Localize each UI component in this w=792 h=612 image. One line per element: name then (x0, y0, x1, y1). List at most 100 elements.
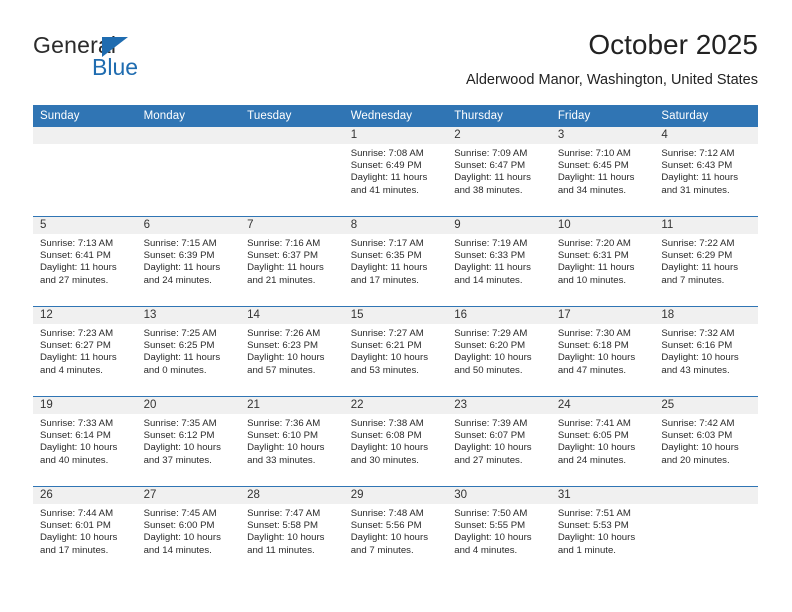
calendar-day-cell[interactable]: 15 Sunrise: 7:27 AM Sunset: 6:21 PM Dayligh… (343, 306, 448, 397)
calendar-day-cell[interactable]: 10 Sunrise: 7:20 AM Sunset: 6:31 PM Dayligh… (550, 216, 655, 307)
day-number: 18 (654, 307, 758, 324)
sunrise-text: Sunrise: 7:15 AM (143, 238, 217, 249)
sunrise-text: Sunrise: 7:10 AM (557, 148, 631, 159)
daylight-text: Daylight: 10 hours and 24 minutes. (557, 442, 636, 466)
calendar-day-cell[interactable]: 19 Sunrise: 7:33 AM Sunset: 6:14 PM Dayligh… (33, 396, 137, 487)
sunrise-text: Sunrise: 7:39 AM (454, 418, 528, 429)
daylight-text: Daylight: 11 hours and 38 minutes. (454, 172, 531, 196)
calendar-day-cell[interactable]: 20 Sunrise: 7:35 AM Sunset: 6:12 PM Dayligh… (136, 396, 241, 487)
calendar-day-cell[interactable]: 12 Sunrise: 7:23 AM Sunset: 6:27 PM Dayligh… (33, 306, 137, 397)
calendar-day-cell[interactable]: 13 Sunrise: 7:25 AM Sunset: 6:25 PM Dayligh… (136, 306, 241, 397)
sunrise-text: Sunrise: 7:36 AM (247, 418, 321, 429)
calendar-day-cell[interactable]: 8 Sunrise: 7:17 AM Sunset: 6:35 PM Daylight… (343, 216, 448, 307)
day-number: 31 (550, 487, 655, 504)
day-details: Sunrise: 7:25 AM Sunset: 6:25 PM Daylight:… (137, 324, 241, 377)
day-details: Sunrise: 7:48 AM Sunset: 5:56 PM Daylight:… (344, 504, 448, 557)
calendar-day-cell[interactable]: 1 Sunrise: 7:08 AM Sunset: 6:49 PM Daylight… (343, 127, 448, 217)
daylight-text: Daylight: 11 hours and 31 minutes. (661, 172, 738, 196)
calendar-day-cell-empty (240, 127, 344, 217)
calendar-week-row: 19 Sunrise: 7:33 AM Sunset: 6:14 PM Dayligh… (33, 396, 758, 487)
sunset-text: Sunset: 6:35 PM (350, 250, 422, 262)
day-number: 26 (33, 487, 137, 504)
calendar-day-cell[interactable]: 17 Sunrise: 7:30 AM Sunset: 6:18 PM Dayligh… (550, 306, 655, 397)
day-details: Sunrise: 7:39 AM Sunset: 6:07 PM Daylight:… (447, 414, 551, 467)
day-details: Sunrise: 7:42 AM Sunset: 6:03 PM Daylight:… (654, 414, 758, 467)
calendar-day-cell[interactable]: 4 Sunrise: 7:12 AM Sunset: 6:43 PM Daylight… (654, 127, 758, 217)
day-details: Sunrise: 7:09 AM Sunset: 6:47 PM Daylight:… (447, 144, 551, 197)
daylight-text: Daylight: 11 hours and 10 minutes. (557, 262, 635, 286)
calendar-day-cell[interactable]: 16 Sunrise: 7:29 AM Sunset: 6:20 PM Dayligh… (447, 306, 551, 397)
daylight-text: Daylight: 11 hours and 7 minutes. (661, 262, 738, 286)
daylight-text: Daylight: 11 hours and 14 minutes. (454, 262, 531, 286)
day-details: Sunrise: 7:26 AM Sunset: 6:23 PM Daylight:… (240, 324, 344, 377)
sunset-text: Sunset: 6:01 PM (40, 520, 111, 532)
day-number: 16 (447, 307, 551, 324)
calendar-day-cell[interactable]: 29 Sunrise: 7:48 AM Sunset: 5:56 PM Dayligh… (343, 486, 448, 576)
sunrise-text: Sunrise: 7:51 AM (557, 508, 631, 519)
daylight-text: Daylight: 10 hours and 20 minutes. (661, 442, 739, 466)
sunset-text: Sunset: 6:25 PM (143, 340, 215, 352)
day-details: Sunrise: 7:33 AM Sunset: 6:14 PM Daylight:… (33, 414, 137, 467)
calendar-day-cell[interactable]: 18 Sunrise: 7:32 AM Sunset: 6:16 PM Dayligh… (654, 306, 758, 397)
sunset-text: Sunset: 5:53 PM (557, 520, 629, 532)
day-details: Sunrise: 7:27 AM Sunset: 6:21 PM Daylight:… (344, 324, 448, 377)
day-number: 29 (343, 487, 448, 504)
calendar-day-cell[interactable]: 21 Sunrise: 7:36 AM Sunset: 6:10 PM Dayligh… (240, 396, 344, 487)
daylight-text: Daylight: 10 hours and 1 minute. (557, 532, 636, 556)
day-number: 21 (240, 397, 344, 414)
daylight-text: Daylight: 11 hours and 24 minutes. (143, 262, 221, 286)
calendar-day-cell[interactable]: 25 Sunrise: 7:42 AM Sunset: 6:03 PM Dayligh… (654, 396, 758, 487)
day-number (136, 127, 241, 144)
calendar-day-cell[interactable]: 30 Sunrise: 7:50 AM Sunset: 5:55 PM Dayligh… (447, 486, 551, 576)
sunset-text: Sunset: 6:49 PM (350, 160, 422, 172)
day-details: Sunrise: 7:47 AM Sunset: 5:58 PM Daylight:… (240, 504, 344, 557)
day-details: Sunrise: 7:29 AM Sunset: 6:20 PM Daylight:… (447, 324, 551, 377)
calendar-day-cell[interactable]: 5 Sunrise: 7:13 AM Sunset: 6:41 PM Daylight… (33, 216, 137, 307)
calendar-day-cell[interactable]: 31 Sunrise: 7:51 AM Sunset: 5:53 PM Dayligh… (550, 486, 655, 576)
sunset-text: Sunset: 6:43 PM (661, 160, 733, 172)
sunset-text: Sunset: 6:07 PM (454, 430, 526, 442)
daylight-text: Daylight: 10 hours and 57 minutes. (247, 352, 325, 376)
sunset-text: Sunset: 6:10 PM (247, 430, 319, 442)
sunset-text: Sunset: 6:41 PM (40, 250, 111, 262)
calendar-day-cell[interactable]: 3 Sunrise: 7:10 AM Sunset: 6:45 PM Daylight… (550, 127, 655, 217)
day-number: 4 (654, 127, 758, 144)
sunset-text: Sunset: 6:20 PM (454, 340, 526, 352)
sunrise-text: Sunrise: 7:35 AM (143, 418, 217, 429)
calendar-day-cell[interactable]: 26 Sunrise: 7:44 AM Sunset: 6:01 PM Dayligh… (33, 486, 137, 576)
calendar-day-cell[interactable]: 2 Sunrise: 7:09 AM Sunset: 6:47 PM Daylight… (447, 127, 551, 217)
calendar-day-cell[interactable]: 9 Sunrise: 7:19 AM Sunset: 6:33 PM Daylight… (447, 216, 551, 307)
sunset-text: Sunset: 6:37 PM (247, 250, 319, 262)
sunrise-text: Sunrise: 7:45 AM (143, 508, 217, 519)
calendar-day-cell[interactable]: 27 Sunrise: 7:45 AM Sunset: 6:00 PM Dayligh… (136, 486, 241, 576)
sunrise-text: Sunrise: 7:29 AM (454, 328, 528, 339)
sunset-text: Sunset: 6:08 PM (350, 430, 422, 442)
daylight-text: Daylight: 10 hours and 47 minutes. (557, 352, 636, 376)
calendar-day-cell[interactable]: 6 Sunrise: 7:15 AM Sunset: 6:39 PM Daylight… (136, 216, 241, 307)
calendar-week-row: 1 Sunrise: 7:08 AM Sunset: 6:49 PM Daylight… (33, 127, 758, 217)
sunrise-text: Sunrise: 7:16 AM (247, 238, 321, 249)
daylight-text: Daylight: 11 hours and 41 minutes. (350, 172, 428, 196)
calendar-day-cell[interactable]: 24 Sunrise: 7:41 AM Sunset: 6:05 PM Dayligh… (550, 396, 655, 487)
daylight-text: Daylight: 11 hours and 34 minutes. (557, 172, 635, 196)
daylight-text: Daylight: 10 hours and 53 minutes. (350, 352, 429, 376)
calendar-day-cell[interactable]: 11 Sunrise: 7:22 AM Sunset: 6:29 PM Dayligh… (654, 216, 758, 307)
day-details: Sunrise: 7:10 AM Sunset: 6:45 PM Daylight:… (551, 144, 655, 197)
day-details: Sunrise: 7:23 AM Sunset: 6:27 PM Daylight:… (33, 324, 137, 377)
calendar-day-cell[interactable]: 28 Sunrise: 7:47 AM Sunset: 5:58 PM Dayligh… (240, 486, 344, 576)
logo-text-blue: Blue (92, 54, 139, 80)
day-details: Sunrise: 7:50 AM Sunset: 5:55 PM Daylight:… (447, 504, 551, 557)
calendar-day-cell[interactable]: 7 Sunrise: 7:16 AM Sunset: 6:37 PM Daylight… (240, 216, 344, 307)
calendar-day-cell[interactable]: 23 Sunrise: 7:39 AM Sunset: 6:07 PM Dayligh… (447, 396, 551, 487)
day-number: 8 (343, 217, 448, 234)
calendar-week-row: 26 Sunrise: 7:44 AM Sunset: 6:01 PM Dayligh… (33, 486, 758, 576)
sunrise-text: Sunrise: 7:44 AM (40, 508, 114, 519)
day-details: Sunrise: 7:22 AM Sunset: 6:29 PM Daylight:… (654, 234, 758, 287)
day-details: Sunrise: 7:41 AM Sunset: 6:05 PM Daylight:… (551, 414, 655, 467)
day-details: Sunrise: 7:30 AM Sunset: 6:18 PM Daylight:… (551, 324, 655, 377)
day-number (240, 127, 344, 144)
calendar-day-cell[interactable]: 22 Sunrise: 7:38 AM Sunset: 6:08 PM Dayligh… (343, 396, 448, 487)
calendar-day-cell[interactable]: 14 Sunrise: 7:26 AM Sunset: 6:23 PM Dayligh… (240, 306, 344, 397)
title-block: October 2025 Alderwood Manor, Washington… (466, 28, 758, 90)
sunrise-text: Sunrise: 7:32 AM (661, 328, 735, 339)
